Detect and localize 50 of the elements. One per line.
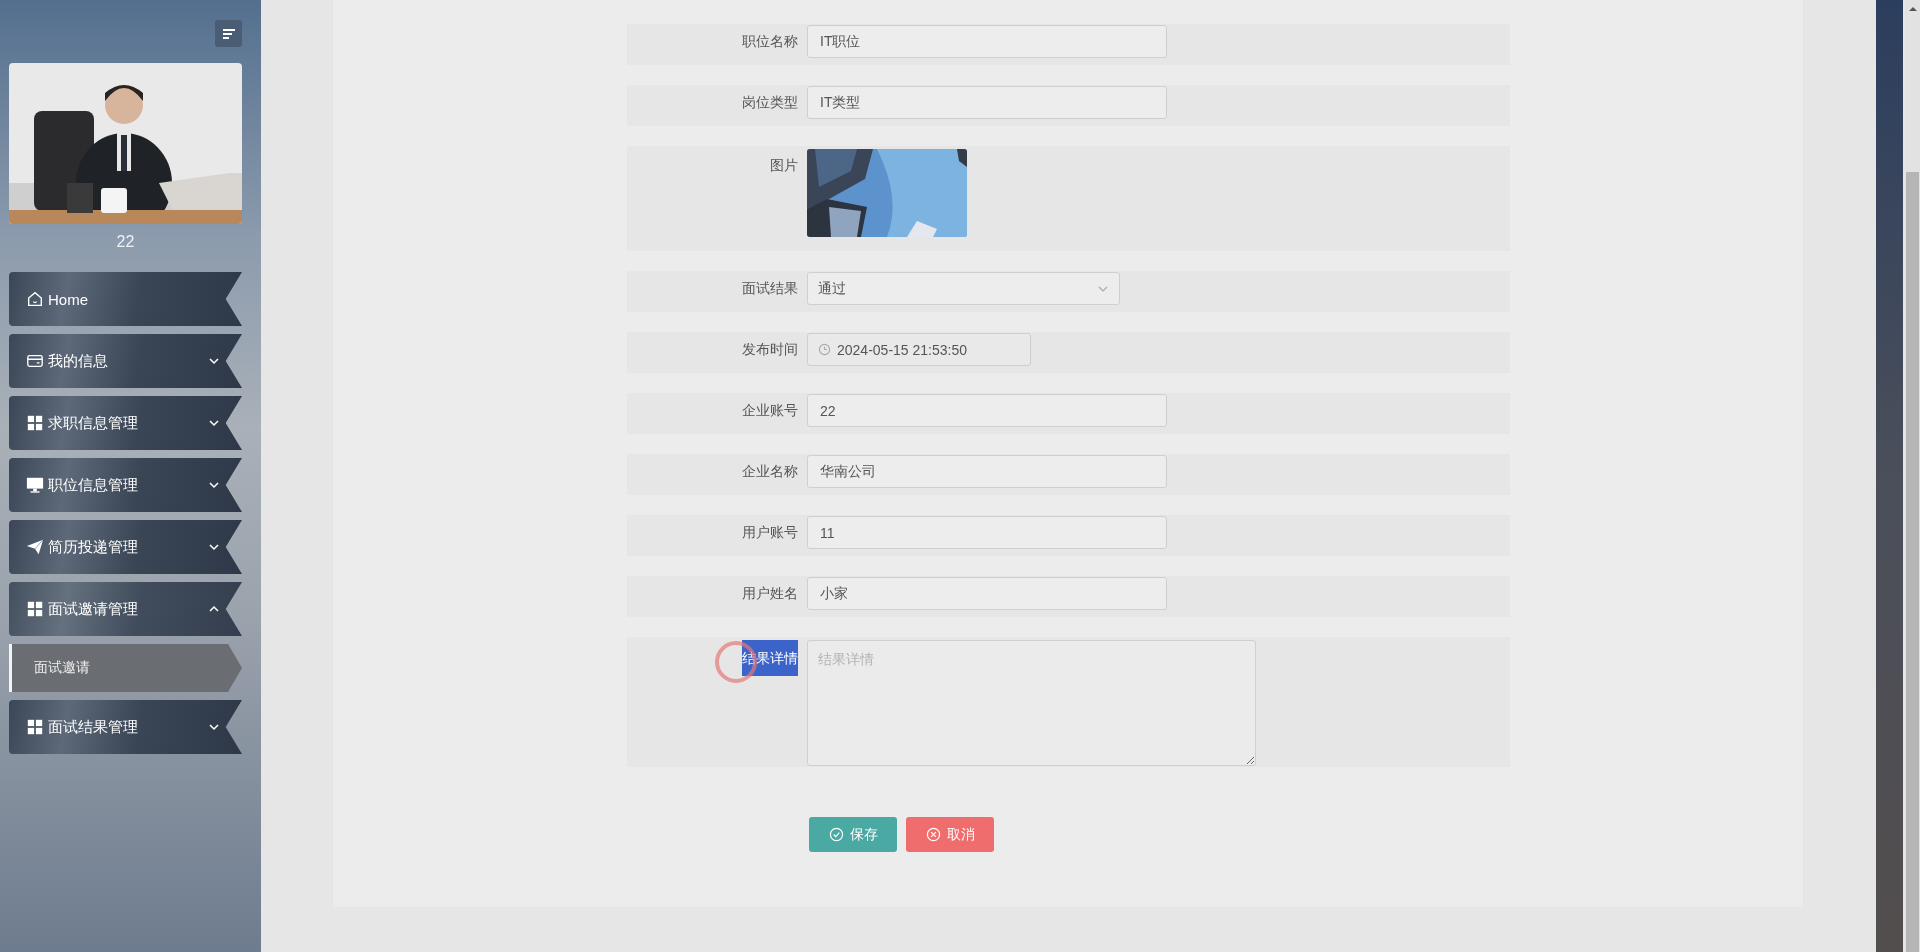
input-field[interactable]: 华南公司 [807, 455, 1167, 488]
menu-item[interactable]: 面试结果管理 [9, 700, 242, 754]
menu-label: 面试邀请管理 [48, 599, 139, 619]
select-field[interactable]: 通过 [807, 272, 1120, 305]
menu-label: 简历投递管理 [48, 537, 139, 557]
field-label: 岗位类型 [742, 93, 798, 112]
chevron-down-icon [208, 721, 220, 733]
chevron-down-icon [208, 479, 220, 491]
menu-item[interactable]: 职位信息管理 [9, 458, 242, 512]
menu-item[interactable]: 我的信息 [9, 334, 242, 388]
menu-item[interactable]: 简历投递管理 [9, 520, 242, 574]
menu-item[interactable]: 面试邀请管理 [9, 582, 242, 636]
check-circle-icon [828, 827, 844, 842]
menu-label: 求职信息管理 [48, 413, 139, 433]
grid-icon [26, 600, 44, 618]
card-icon [26, 352, 44, 370]
input-field[interactable]: IT职位 [807, 25, 1167, 58]
menu-item[interactable]: 求职信息管理 [9, 396, 242, 450]
chevron-down-icon [208, 417, 220, 429]
menu-label: 我的信息 [48, 351, 109, 371]
input-field[interactable]: 11 [807, 516, 1167, 549]
close-circle-icon [925, 827, 941, 842]
menu-item[interactable]: Home [9, 272, 242, 326]
submenu-item[interactable]: 面试邀请 [9, 644, 242, 692]
user-name: 22 [116, 232, 135, 252]
scrollbar[interactable] [1905, 0, 1920, 952]
chevron-down-icon [208, 355, 220, 367]
field-label: 企业名称 [742, 462, 798, 481]
field-label: 图片 [770, 156, 798, 175]
grid-icon [26, 718, 44, 736]
field-label: 面试结果 [742, 279, 798, 298]
menu-toggle-button[interactable] [215, 20, 242, 47]
input-field[interactable]: IT类型 [807, 86, 1167, 119]
menu-label: Home [48, 290, 89, 308]
input-field[interactable]: 小家 [807, 577, 1167, 610]
field-label: 企业账号 [742, 401, 798, 420]
menu-label: 面试结果管理 [48, 717, 139, 737]
home-icon [26, 290, 44, 308]
field-label: 用户账号 [742, 523, 798, 542]
field-label: 职位名称 [742, 32, 798, 51]
paper-plane-icon [26, 538, 44, 556]
chevron-down-icon [208, 541, 220, 553]
clock-icon [818, 343, 831, 356]
menu-label: 职位信息管理 [48, 475, 139, 495]
monitor-icon [26, 476, 44, 494]
field-label: 用户姓名 [742, 584, 798, 603]
date-field[interactable]: 2024-05-15 21:53:50 [807, 333, 1031, 366]
field-label: 发布时间 [742, 340, 798, 359]
input-field[interactable]: 22 [807, 394, 1167, 427]
grid-icon [26, 414, 44, 432]
